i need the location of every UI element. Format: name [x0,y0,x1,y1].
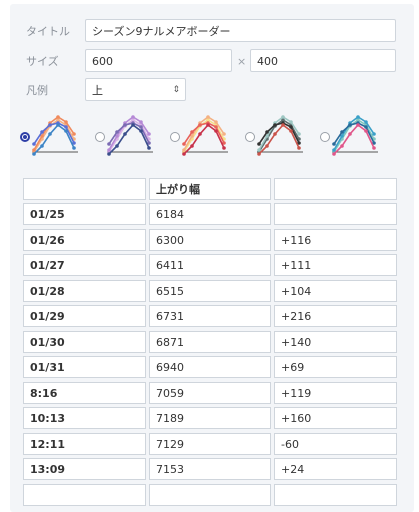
table-header-cell-2[interactable] [274,178,397,200]
value-cell[interactable]: +116 [274,228,397,251]
theme-2-option[interactable] [95,112,165,158]
title-label: タイトル [26,25,70,38]
value-cell[interactable]: 6184 [149,203,271,225]
value-cell[interactable]: 7129 [149,432,271,455]
theme-1-preview-icon [32,115,78,156]
value-cell[interactable]: 7059 [149,381,271,404]
row-label-cell[interactable]: 01/26 [23,228,146,251]
value-cell[interactable]: +119 [274,381,397,404]
legend-row: 凡例 上 ⇕ [10,78,414,103]
row-label-cell[interactable]: 01/27 [23,254,146,276]
value-cell[interactable]: 7189 [149,407,271,429]
value-cell[interactable]: 6411 [149,254,271,276]
size-label: サイズ [26,55,59,68]
theme-3-preview-icon [182,115,228,156]
value-cell[interactable]: 6871 [149,330,271,353]
theme-1-option[interactable] [20,112,90,158]
theme-1-radio[interactable] [20,132,30,142]
theme-3-radio[interactable] [170,132,180,142]
width-input[interactable]: 600 [85,49,232,72]
value-cell[interactable] [149,483,271,506]
theme-5-preview-icon [332,115,378,156]
value-cell[interactable]: 6300 [149,228,271,251]
value-cell[interactable]: +111 [274,254,397,276]
theme-4-preview-icon [257,115,303,156]
value-cell[interactable] [274,203,397,225]
row-label-cell[interactable]: 8:16 [23,381,146,404]
theme-picker [20,112,415,158]
row-label-cell[interactable]: 01/31 [23,356,146,378]
row-label-cell[interactable]: 01/28 [23,279,146,302]
value-cell[interactable]: +140 [274,330,397,353]
theme-5-option[interactable] [320,112,390,158]
theme-3-option[interactable] [170,112,240,158]
value-cell[interactable]: +160 [274,407,397,429]
value-cell[interactable]: 6940 [149,356,271,378]
row-label-cell[interactable] [23,483,146,506]
times-sign: × [237,55,247,68]
value-cell[interactable] [274,483,397,506]
height-input[interactable]: 400 [250,49,396,72]
row-label-cell[interactable]: 01/30 [23,330,146,353]
row-label-cell[interactable]: 13:09 [23,458,146,480]
title-row: タイトル シーズン9ナルメアボーダー [10,19,414,44]
select-arrow-icon: ⇕ [172,85,180,95]
legend-select[interactable]: 上 ⇕ [85,78,186,101]
chart-settings-panel: タイトル シーズン9ナルメアボーダー サイズ 600 × 400 凡例 上 ⇕ … [10,4,414,512]
theme-5-radio[interactable] [320,132,330,142]
table-header-cell-1[interactable]: 上がり幅 [149,178,271,200]
theme-4-radio[interactable] [245,132,255,142]
theme-2-preview-icon [107,115,153,156]
size-row: サイズ 600 × 400 [10,49,414,74]
theme-2-radio[interactable] [95,132,105,142]
value-cell[interactable]: 6515 [149,279,271,302]
value-cell[interactable]: 7153 [149,458,271,480]
value-cell[interactable]: +104 [274,279,397,302]
table-header-cell-0[interactable] [23,178,146,200]
value-cell[interactable]: 6731 [149,305,271,327]
title-input[interactable]: シーズン9ナルメアボーダー [85,19,396,42]
row-label-cell[interactable]: 10:13 [23,407,146,429]
value-cell[interactable]: -60 [274,432,397,455]
row-label-cell[interactable]: 01/29 [23,305,146,327]
value-cell[interactable]: +24 [274,458,397,480]
value-cell[interactable]: +216 [274,305,397,327]
value-cell[interactable]: +69 [274,356,397,378]
legend-label: 凡例 [26,84,48,97]
legend-select-value: 上 [92,84,103,97]
row-label-cell[interactable]: 12:11 [23,432,146,455]
row-label-cell[interactable]: 01/25 [23,203,146,225]
theme-4-option[interactable] [245,112,315,158]
